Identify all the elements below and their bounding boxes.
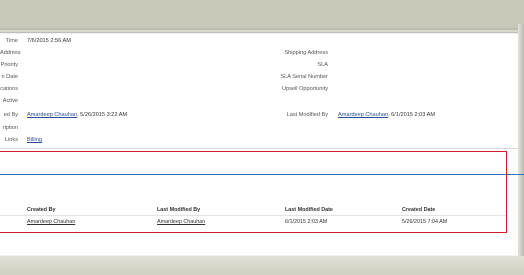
shipping-address-label: Shipping Address [284,50,328,56]
upsell-opportunity-label: Upsell Opportunity [281,86,328,92]
created-by-user-link[interactable]: Amardeep Chauhan [27,112,77,118]
bottom-frame [0,256,524,275]
locations-label: cations [0,86,18,92]
highlight-box [0,151,507,233]
created-by-field: Amardeep Chauhan, 5/26/2015 3:22 AM [27,112,127,119]
last-modified-by-user-link[interactable]: Amardeep Chauhan [338,112,388,118]
sla-label: SLA [317,62,328,68]
address-label: Address [0,50,21,56]
created-by-label: ed By [3,112,18,118]
expiration-date-label: n Date [1,74,18,80]
created-by-date: , 5/26/2015 3:22 AM [77,112,128,118]
sla-serial-number-label: SLA Serial Number [280,74,328,80]
billing-link[interactable]: Billing [27,137,42,144]
description-label: ription [2,125,18,131]
section-divider [0,148,518,149]
created-time-label: Time [5,38,18,44]
last-modified-by-date: , 6/1/2015 2:03 AM [388,112,436,118]
window-edge [518,24,524,264]
created-time-value: 7/6/2015 2:56 AM [27,38,71,44]
last-modified-by-label: Last Modified By [286,112,328,118]
active-label: Active [2,98,18,104]
custom-links-label: Links [4,137,18,143]
last-modified-by-field: Amardeep Chauhan, 6/1/2015 2:03 AM [338,112,435,119]
priority-label: Priority [0,62,18,68]
